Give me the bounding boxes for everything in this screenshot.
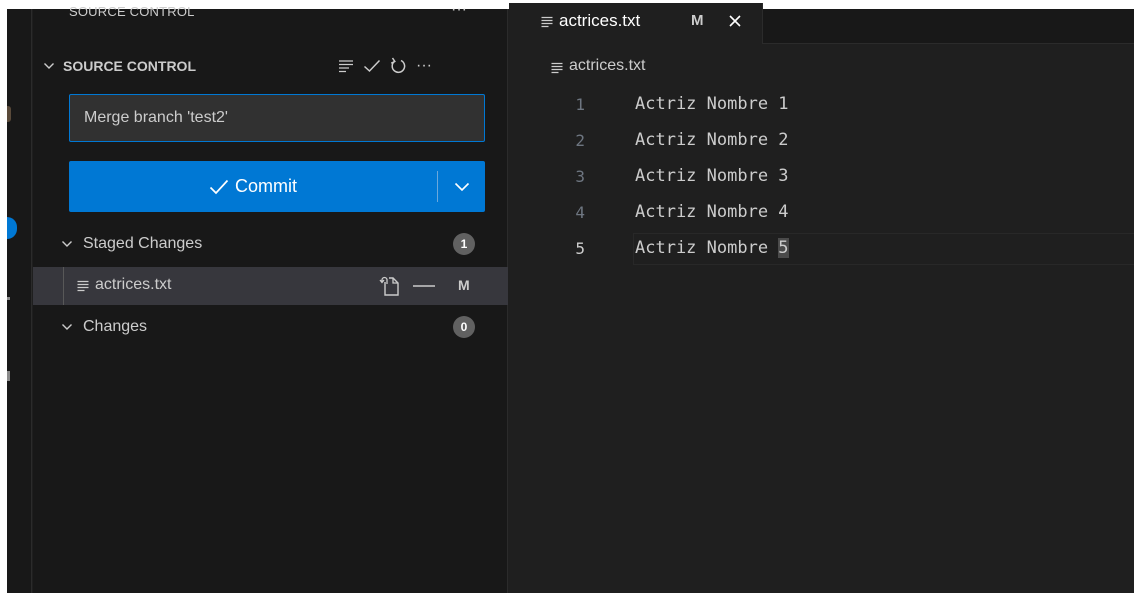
chevron-down-icon [62, 324, 72, 330]
file-status-badge: M [458, 277, 470, 293]
staged-changes-label: Staged Changes [83, 235, 203, 252]
chevron-down-icon [62, 241, 72, 247]
view-more-actions-button[interactable]: ··· [451, 1, 467, 19]
text-file-icon [551, 62, 563, 74]
changes-count-badge: 0 [453, 316, 475, 338]
commit-button[interactable]: Commit [69, 161, 437, 212]
tree-indent-guide [63, 267, 64, 305]
text-file-icon [541, 16, 553, 28]
code-line[interactable]: 3 Actriz Nombre 3 [509, 159, 1134, 195]
chevron-down-icon [44, 63, 54, 69]
more-actions-button[interactable]: ··· [411, 55, 437, 77]
commit-action-button[interactable] [359, 55, 385, 77]
close-icon [729, 15, 741, 27]
chevron-down-icon [454, 182, 469, 191]
line-number: 3 [575, 167, 585, 186]
line-number: 5 [575, 239, 585, 258]
code-line[interactable]: 2 Actriz Nombre 2 [509, 123, 1134, 159]
changes-label: Changes [83, 318, 148, 335]
line-number: 1 [575, 95, 585, 114]
activity-item-edge[interactable] [7, 106, 11, 122]
activity-item-edge[interactable] [7, 371, 10, 381]
changes-group[interactable]: Changes 0 [33, 312, 508, 342]
list-flat-icon [339, 60, 353, 73]
line-number: 4 [575, 203, 585, 222]
commit-message-input[interactable] [69, 94, 485, 142]
line-text: Actriz Nombre 5 [635, 238, 789, 258]
page-margin-left [0, 0, 7, 593]
activity-badge [7, 217, 17, 239]
tab-modified-badge: M [691, 12, 704, 29]
code-line-active[interactable]: 5 Actriz Nombre 5 [509, 231, 1134, 267]
cursor-selection: 5 [778, 238, 789, 258]
commit-dropdown-button[interactable] [438, 161, 485, 212]
tab-actrices-txt[interactable]: actrices.txt M [509, 3, 763, 44]
unstage-button[interactable] [407, 275, 441, 297]
staged-file-row[interactable]: actrices.txt M [33, 267, 508, 305]
check-icon [209, 179, 229, 194]
refresh-icon [390, 57, 406, 74]
open-file-button[interactable] [377, 275, 401, 297]
tab-label: actrices.txt [559, 11, 641, 30]
check-icon [363, 59, 381, 73]
code-line[interactable]: 1 Actriz Nombre 1 [509, 87, 1134, 123]
breadcrumb-file: actrices.txt [569, 57, 646, 74]
go-to-file-icon [379, 276, 399, 296]
activity-bar [7, 9, 32, 593]
line-text: Actriz Nombre 1 [635, 94, 789, 114]
line-text: Actriz Nombre 4 [635, 202, 789, 222]
scm-section-title: SOURCE CONTROL [63, 58, 196, 74]
commit-button-label: Commit [235, 176, 297, 196]
line-number: 2 [575, 131, 585, 150]
scm-section-header[interactable]: SOURCE CONTROL ··· [33, 51, 508, 81]
code-line[interactable]: 4 Actriz Nombre 4 [509, 195, 1134, 231]
text-file-icon [77, 280, 89, 292]
editor-tab-bar: actrices.txt M [509, 3, 1134, 44]
tab-close-button[interactable] [725, 11, 745, 31]
ellipsis-icon: ··· [416, 57, 432, 74]
staged-file-name: actrices.txt [95, 276, 172, 293]
refresh-button[interactable] [385, 55, 411, 77]
view-header-title: SOURCE CONTROL [69, 4, 195, 19]
editor-area: actrices.txt M actrices.txt 1 Actriz Nom… [509, 3, 1134, 593]
commit-button-group: Commit [69, 161, 485, 212]
staged-count-badge: 1 [453, 233, 475, 255]
line-text-before-cursor: Actriz Nombre [635, 238, 779, 258]
minus-icon [413, 285, 435, 287]
source-control-sidebar: SOURCE CONTROL ··· SOURCE CONTROL ··· Co… [33, 1, 508, 593]
line-text: Actriz Nombre 2 [635, 130, 789, 150]
activity-item-edge[interactable] [7, 297, 10, 300]
code-editor[interactable]: 1 Actriz Nombre 1 2 Actriz Nombre 2 3 Ac… [509, 87, 1134, 267]
staged-changes-group[interactable]: Staged Changes 1 [33, 229, 508, 259]
view-as-tree-button[interactable] [333, 55, 359, 77]
line-text: Actriz Nombre 3 [635, 166, 789, 186]
